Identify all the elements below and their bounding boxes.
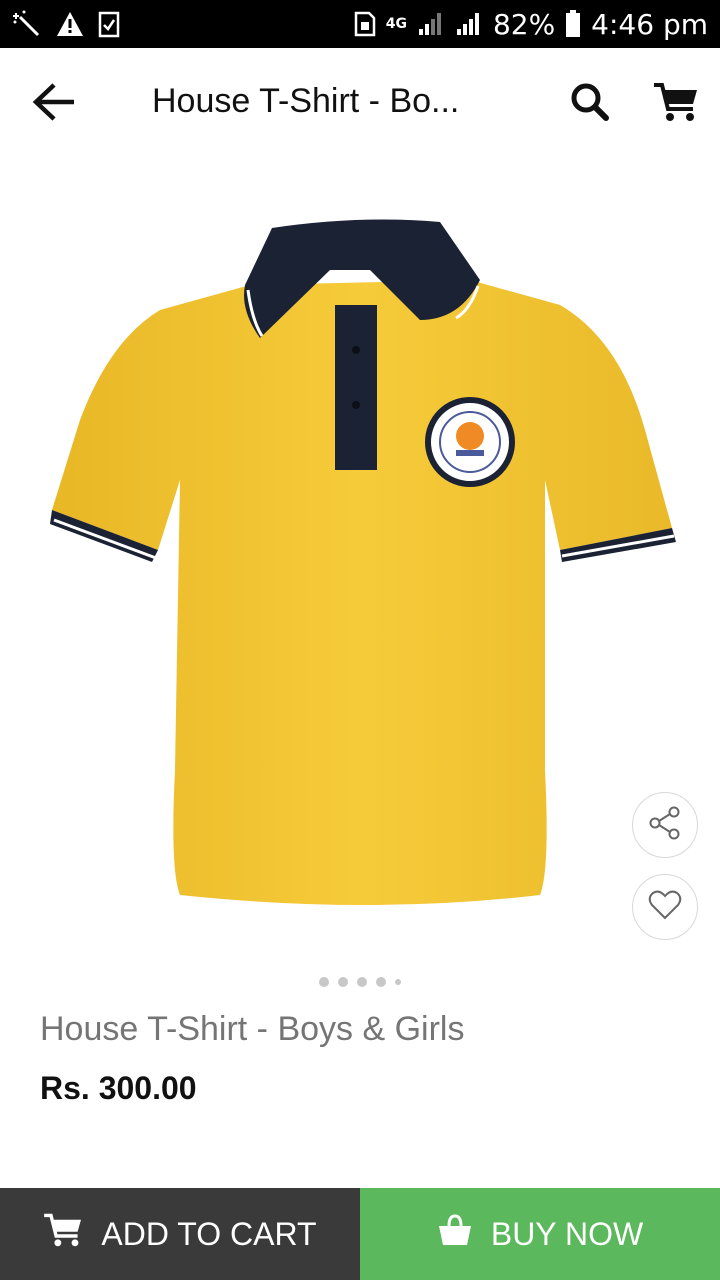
share-icon [648,806,682,845]
buy-now-label: BUY NOW [490,1215,644,1252]
buy-now-button[interactable]: BUY NOW [360,1188,720,1280]
pager-dot[interactable] [338,977,348,987]
battery-percent: 82% [492,7,556,41]
status-bar: 4G 82% 4:46 pm [0,0,720,48]
cart-icon [653,81,699,128]
sim-card-icon [354,11,376,37]
page-title: House T-Shirt - Bo... [152,82,460,120]
pager-dot[interactable] [357,977,367,987]
favorite-button[interactable] [632,874,698,940]
cart-icon [43,1212,83,1256]
product-image[interactable] [40,210,680,920]
bottom-action-bar: ADD TO CART BUY NOW [0,1188,720,1280]
battery-icon [565,10,581,38]
network-type: 4G [385,16,407,32]
search-button[interactable] [566,80,614,128]
status-right: 4G 82% 4:46 pm [354,8,708,41]
clock: 4:46 pm [591,7,708,41]
signal-icon-2 [455,11,483,37]
cart-button[interactable] [650,80,702,128]
pager-dot[interactable] [376,977,386,987]
product-price: Rs. 300.00 [40,1070,197,1106]
clipboard-check-icon [98,10,120,38]
pager-dot[interactable] [319,977,329,987]
product-name: House T-Shirt - Boys & Girls [40,1010,465,1048]
arrow-left-icon [32,82,76,127]
magic-wand-icon [12,9,42,39]
add-to-cart-button[interactable]: ADD TO CART [0,1188,360,1280]
share-button[interactable] [632,792,698,858]
signal-icon [417,11,445,37]
basket-icon [437,1212,473,1256]
back-button[interactable] [26,78,82,130]
add-to-cart-label: ADD TO CART [101,1215,317,1252]
image-pager [0,976,720,988]
status-left [12,9,120,39]
search-icon [570,82,610,127]
app-bar: House T-Shirt - Bo... [0,48,720,160]
warning-icon [56,11,84,37]
pager-dot[interactable] [395,979,401,985]
heart-icon [648,889,682,926]
